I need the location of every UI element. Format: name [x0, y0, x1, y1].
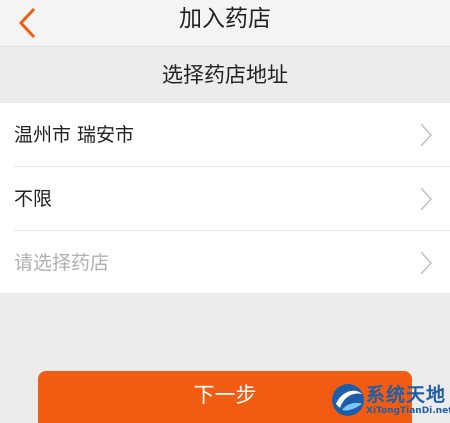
watermark-title: 系统天地	[366, 384, 447, 406]
city-select-row[interactable]: 温州市 瑞安市	[0, 103, 450, 167]
chevron-right-icon	[420, 251, 433, 275]
top-navigation-bar: 加入药店	[0, 0, 450, 47]
section-header: 选择药店地址	[0, 48, 450, 104]
area-select-row[interactable]: 不限	[0, 167, 450, 231]
area-value: 不限	[14, 188, 53, 210]
address-selection-list: 温州市 瑞安市 不限 请选择药店	[0, 103, 450, 293]
city-value: 温州市 瑞安市	[14, 124, 135, 146]
watermark-url: XiTongTianDi.net	[366, 406, 450, 416]
site-logo-icon	[332, 384, 364, 416]
watermark: 系统天地 XiTongTianDi.net	[330, 378, 450, 423]
page-title: 加入药店	[179, 6, 271, 32]
pharmacy-select-row[interactable]: 请选择药店	[0, 231, 450, 295]
pharmacy-placeholder: 请选择药店	[14, 252, 110, 274]
chevron-right-icon	[420, 123, 433, 147]
chevron-right-icon	[420, 187, 433, 211]
